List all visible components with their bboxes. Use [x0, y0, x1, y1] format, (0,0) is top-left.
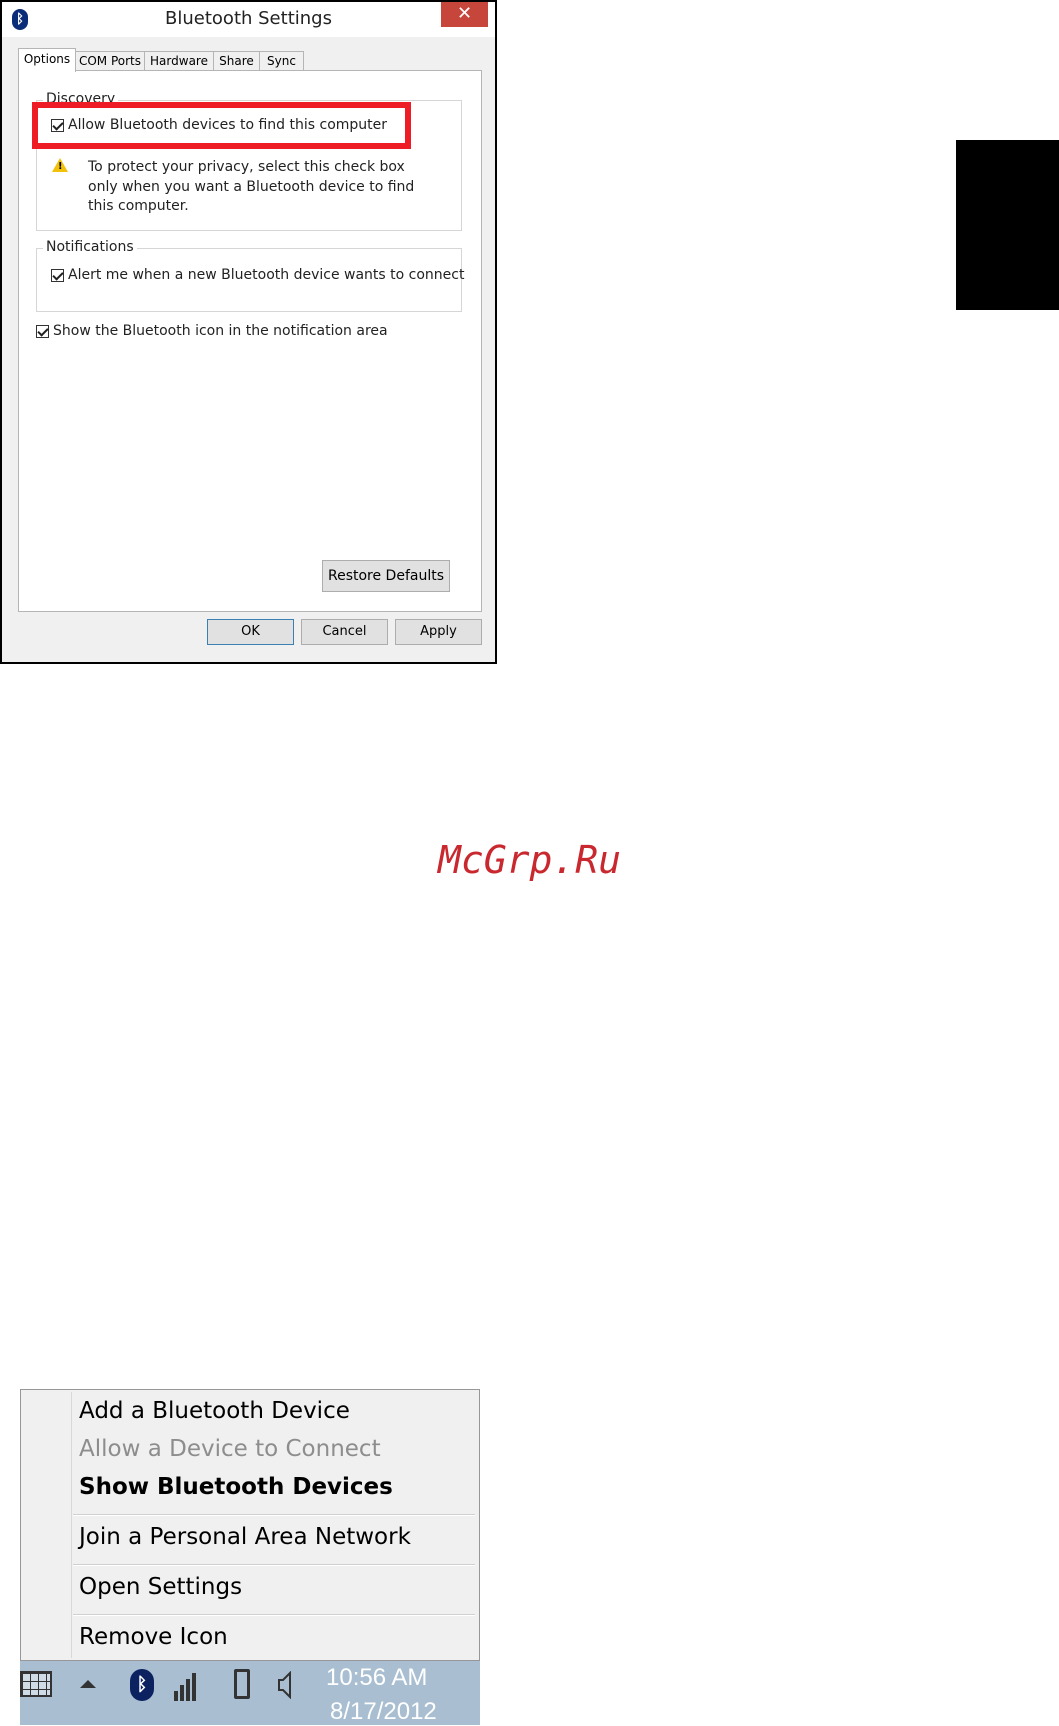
- notifications-group-label: Notifications: [43, 239, 137, 255]
- title-bar: ᛒ Bluetooth Settings ✕: [2, 2, 495, 37]
- cancel-button[interactable]: Cancel: [301, 619, 388, 645]
- close-button[interactable]: ✕: [441, 2, 488, 27]
- menu-item-remove-icon[interactable]: Remove Icon: [79, 1624, 228, 1650]
- tab-options[interactable]: Options: [18, 48, 76, 72]
- watermark-text: McGrp.Ru: [437, 838, 622, 882]
- clock-time[interactable]: 10:56 AM: [326, 1664, 427, 1692]
- restore-defaults-button[interactable]: Restore Defaults: [322, 560, 450, 592]
- alert-checkbox[interactable]: [51, 268, 64, 282]
- chapter-side-tab: [956, 140, 1059, 310]
- show-hidden-icons-icon[interactable]: [80, 1680, 96, 1688]
- menu-item-open-settings[interactable]: Open Settings: [79, 1574, 242, 1600]
- bluetooth-settings-dialog: ᛒ Bluetooth Settings ✕ Options COM Ports…: [0, 0, 497, 664]
- network-signal-icon[interactable]: [174, 1669, 202, 1701]
- show-icon-row[interactable]: Show the Bluetooth icon in the notificat…: [36, 323, 388, 339]
- highlight-box: [32, 102, 411, 149]
- menu-item-show-devices[interactable]: Show Bluetooth Devices: [79, 1474, 393, 1500]
- ok-button[interactable]: OK: [207, 619, 294, 645]
- menu-separator: [73, 1514, 475, 1516]
- clock-date[interactable]: 8/17/2012: [330, 1698, 437, 1726]
- menu-item-allow-connect: Allow a Device to Connect: [79, 1436, 381, 1462]
- warning-icon-mark: !: [58, 161, 63, 172]
- bluetooth-tray-icon[interactable]: ᛒ: [130, 1669, 154, 1701]
- tab-com-ports[interactable]: COM Ports: [75, 51, 145, 71]
- dialog-title: Bluetooth Settings: [165, 8, 332, 29]
- taskbar-notification-area: ᛒ 10:56 AM 8/17/2012: [20, 1661, 480, 1725]
- tab-sync[interactable]: Sync: [259, 51, 304, 71]
- menu-separator: [73, 1614, 475, 1616]
- options-panel: Discovery Allow Bluetooth devices to fin…: [18, 70, 482, 612]
- menu-separator: [73, 1564, 475, 1566]
- tab-hardware[interactable]: Hardware: [144, 51, 214, 71]
- privacy-warning-text: To protect your privacy, select this che…: [88, 159, 415, 214]
- apply-button[interactable]: Apply: [395, 619, 482, 645]
- tab-share[interactable]: Share: [213, 51, 260, 71]
- bluetooth-context-menu: Add a Bluetooth Device Allow a Device to…: [20, 1389, 480, 1661]
- speaker-icon[interactable]: [277, 1670, 293, 1700]
- menu-item-join-pan[interactable]: Join a Personal Area Network: [79, 1524, 411, 1550]
- menu-gutter: [71, 1392, 72, 1658]
- show-icon-label: Show the Bluetooth icon in the notificat…: [53, 323, 388, 339]
- touch-keyboard-icon[interactable]: [20, 1671, 52, 1697]
- battery-icon[interactable]: [234, 1669, 250, 1699]
- alert-label: Alert me when a new Bluetooth device wan…: [68, 267, 465, 283]
- alert-row[interactable]: Alert me when a new Bluetooth device wan…: [51, 267, 464, 283]
- show-icon-checkbox[interactable]: [36, 324, 49, 338]
- menu-item-add-device[interactable]: Add a Bluetooth Device: [79, 1398, 350, 1424]
